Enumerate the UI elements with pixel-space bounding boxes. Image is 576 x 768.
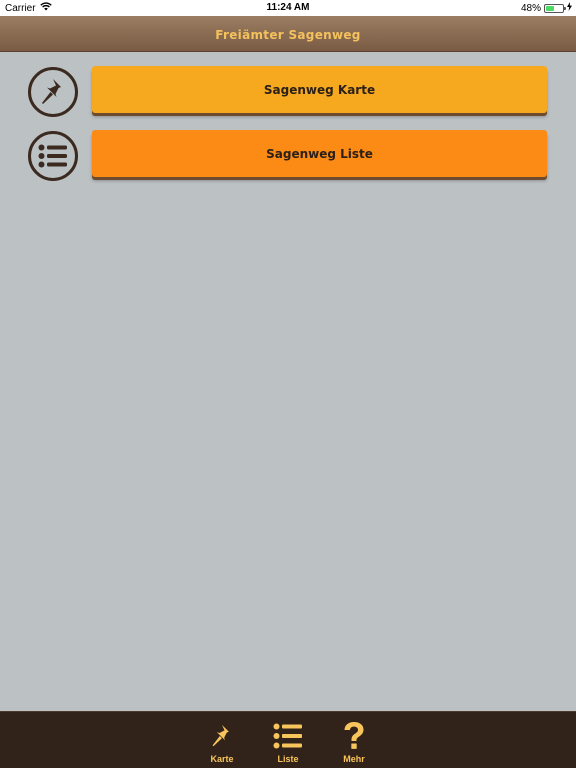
battery-fill [546, 5, 554, 11]
battery-icon [544, 3, 566, 13]
status-bar: Carrier 11:24 AM 48% [0, 0, 576, 16]
charging-icon [567, 2, 572, 14]
list-icon [263, 720, 313, 752]
battery-tip [564, 6, 566, 10]
navigation-bar: Freiämter Sagenweg [0, 16, 576, 52]
pushpin-icon [28, 67, 78, 117]
tab-karte[interactable]: Karte [197, 720, 247, 768]
menu-row-liste: Sagenweg Liste [0, 130, 576, 181]
status-time: 11:24 AM [266, 2, 310, 13]
pushpin-icon [197, 720, 247, 752]
tab-mehr[interactable]: Mehr [329, 720, 379, 768]
menu-row-karte: Sagenweg Karte [0, 66, 576, 117]
sagenweg-liste-button[interactable]: Sagenweg Liste [92, 130, 547, 177]
question-icon [329, 720, 379, 752]
list-icon [28, 131, 78, 181]
tab-label-liste: Liste [277, 754, 299, 764]
tab-label-karte: Karte [210, 754, 234, 764]
battery-percent: 48% [520, 2, 541, 14]
page-title: Freiämter Sagenweg [215, 28, 361, 42]
sagenweg-karte-button[interactable]: Sagenweg Karte [92, 66, 547, 113]
tab-label-mehr: Mehr [343, 754, 365, 764]
tab-liste[interactable]: Liste [263, 720, 313, 768]
status-right: 48% [521, 2, 572, 14]
tab-bar: Karte Liste Mehr [0, 711, 576, 768]
